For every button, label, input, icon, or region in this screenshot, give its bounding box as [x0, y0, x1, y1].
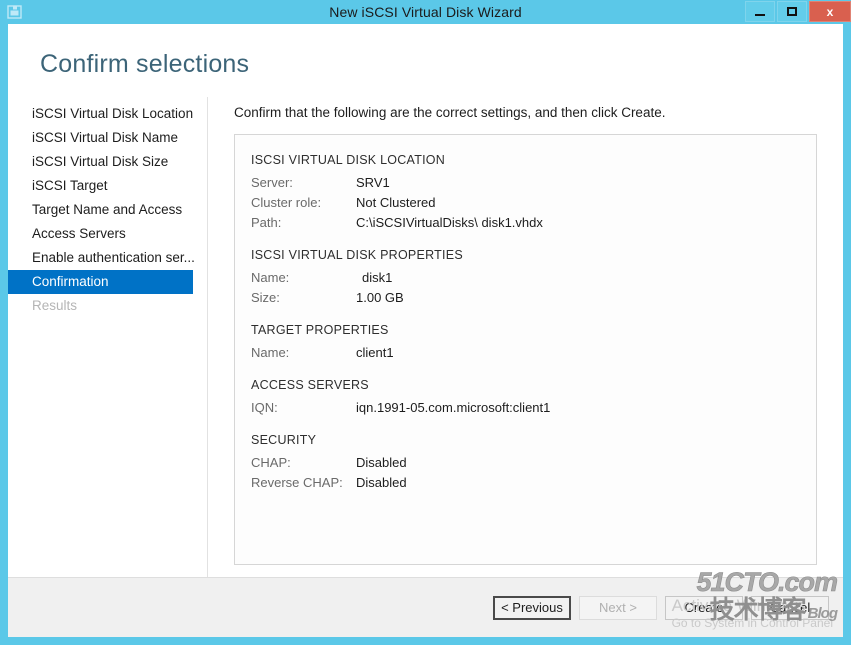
sidebar-item-access-servers[interactable]: Access Servers [8, 222, 207, 246]
minimize-button[interactable] [745, 1, 775, 22]
row-label: Server: [251, 175, 293, 190]
section-access-servers: ACCESS SERVERS IQN: iqn.1991-05.com.micr… [251, 378, 816, 418]
row-value: SRV1 [356, 175, 390, 190]
minimize-icon [755, 13, 765, 16]
wizard-footer: < Previous Next > Create Cancel Activate… [8, 568, 843, 637]
row-label: Name: [251, 345, 290, 360]
window-title: New iSCSI Virtual Disk Wizard [329, 4, 522, 20]
row-label: IQN: [251, 400, 278, 415]
row-chap: CHAP: Disabled [251, 453, 816, 473]
row-target-name: Name: client1 [251, 343, 816, 363]
wizard-window: New iSCSI Virtual Disk Wizard x Confirm … [0, 0, 851, 645]
row-iqn: IQN: iqn.1991-05.com.microsoft:client1 [251, 398, 816, 418]
row-disk-size: Size: 1.00 GB [251, 288, 816, 308]
section-disk-location: ISCSI VIRTUAL DISK LOCATION Server: SRV1… [251, 153, 816, 233]
sidebar-item-target-name-and-access[interactable]: Target Name and Access [8, 198, 207, 222]
maximize-button[interactable] [777, 1, 807, 22]
section-title: ISCSI VIRTUAL DISK LOCATION [251, 153, 446, 167]
sidebar-item-iscsi-virtual-disk-location[interactable]: iSCSI Virtual Disk Location [8, 102, 207, 126]
summary-panel: ISCSI VIRTUAL DISK LOCATION Server: SRV1… [234, 134, 817, 565]
content-area: iSCSI Virtual Disk Location iSCSI Virtua… [8, 97, 843, 577]
previous-button[interactable]: < Previous [493, 595, 571, 620]
row-label: Name: [251, 270, 290, 285]
page-title: Confirm selections [40, 50, 250, 78]
row-server: Server: SRV1 [251, 173, 816, 193]
section-title: TARGET PROPERTIES [251, 323, 389, 337]
close-button[interactable]: x [809, 1, 851, 22]
instruction-text: Confirm that the following are the corre… [234, 105, 666, 120]
row-value: 1.00 GB [356, 290, 404, 305]
sidebar-item-iscsi-virtual-disk-name[interactable]: iSCSI Virtual Disk Name [8, 126, 207, 150]
row-value: Disabled [356, 475, 407, 490]
row-reverse-chap: Reverse CHAP: Disabled [251, 473, 816, 493]
row-value: Disabled [356, 455, 407, 470]
window-controls: x [745, 1, 851, 22]
main-pane: Confirm that the following are the corre… [208, 97, 843, 577]
row-value: iqn.1991-05.com.microsoft:client1 [356, 400, 551, 415]
iscsi-disk-icon [6, 3, 24, 21]
section-target-properties: TARGET PROPERTIES Name: client1 [251, 323, 816, 363]
row-path: Path: C:\iSCSIVirtualDisks\ disk1.vhdx [251, 213, 816, 233]
row-disk-name: Name: disk1 [251, 268, 816, 288]
create-button[interactable]: Create [665, 595, 743, 620]
sidebar-item-iscsi-target[interactable]: iSCSI Target [8, 174, 207, 198]
section-security: SECURITY CHAP: Disabled Reverse CHAP: Di… [251, 433, 816, 493]
section-title: ISCSI VIRTUAL DISK PROPERTIES [251, 248, 463, 262]
next-button: Next > [579, 595, 657, 620]
row-label: Size: [251, 290, 280, 305]
title-bar: New iSCSI Virtual Disk Wizard x [0, 0, 851, 24]
section-disk-properties: ISCSI VIRTUAL DISK PROPERTIES Name: disk… [251, 248, 816, 308]
window-body: Confirm selections iSCSI Virtual Disk Lo… [8, 24, 843, 637]
wizard-steps-sidebar: iSCSI Virtual Disk Location iSCSI Virtua… [8, 97, 208, 577]
row-label: Path: [251, 215, 282, 230]
row-label: CHAP: [251, 455, 291, 470]
row-value: client1 [356, 345, 394, 360]
sidebar-item-results: Results [32, 298, 78, 313]
row-label: Reverse CHAP: [251, 475, 343, 490]
cancel-button[interactable]: Cancel [751, 595, 829, 620]
row-value: C:\iSCSIVirtualDisks\ disk1.vhdx [356, 215, 543, 230]
sidebar-item-iscsi-virtual-disk-size[interactable]: iSCSI Virtual Disk Size [8, 150, 207, 174]
section-title: ACCESS SERVERS [251, 378, 369, 392]
row-value: disk1 [362, 270, 393, 285]
sidebar-item-confirmation[interactable]: Confirmation [8, 270, 193, 294]
section-title: SECURITY [251, 433, 317, 447]
row-label: Cluster role: [251, 195, 322, 210]
sidebar-item-enable-authentication[interactable]: Enable authentication ser... [8, 246, 207, 270]
row-value: Not Clustered [356, 195, 436, 210]
maximize-icon [787, 7, 797, 16]
row-cluster-role: Cluster role: Not Clustered [251, 193, 816, 213]
